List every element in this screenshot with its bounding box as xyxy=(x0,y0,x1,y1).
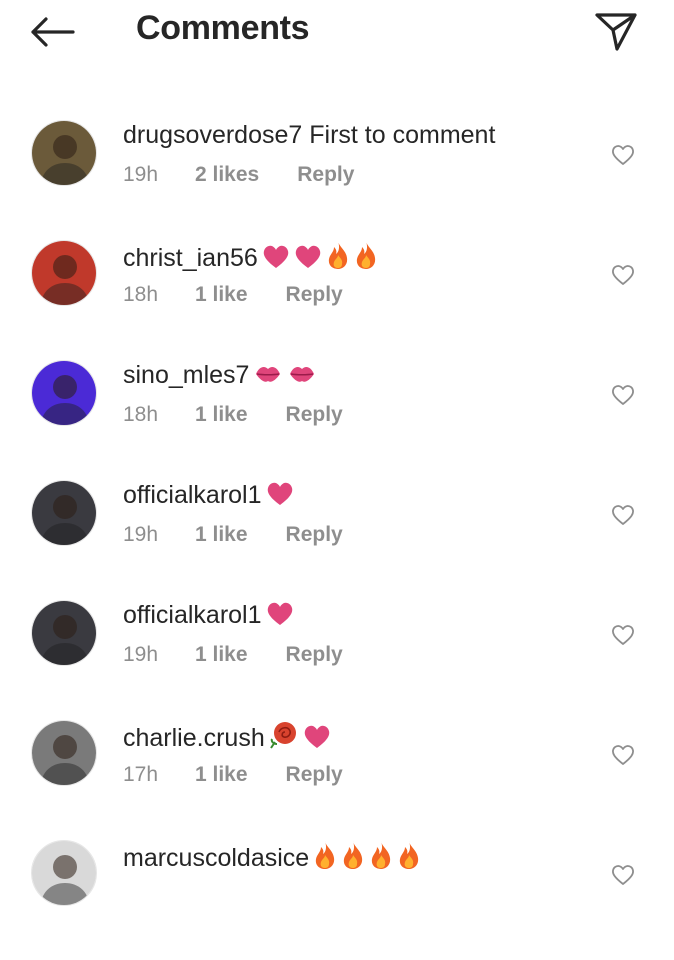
heart-emoji-icon xyxy=(262,244,290,277)
heart-emoji-icon xyxy=(266,481,294,514)
comment-line: drugsoverdose7 First to comment xyxy=(123,120,495,150)
comment-row: officialkarol1 19h 1 like Reply xyxy=(0,480,674,600)
comment-username[interactable]: officialkarol1 xyxy=(123,481,262,509)
like-comment-button[interactable] xyxy=(608,500,638,530)
like-comment-button[interactable] xyxy=(608,260,638,290)
like-comment-button[interactable] xyxy=(608,620,638,650)
comment-line: officialkarol1 xyxy=(123,480,294,514)
comment-row: drugsoverdose7 First to comment 19h 2 like… xyxy=(0,120,674,240)
heart-outline-icon xyxy=(612,385,634,405)
comment-row: christ_ian56 18h 1 like Reply xyxy=(0,240,674,360)
kiss-emoji-icon xyxy=(253,361,283,394)
header: Comments xyxy=(0,0,674,70)
kiss-emoji-icon xyxy=(287,361,317,394)
avatar[interactable] xyxy=(31,120,97,186)
comment-text: First to comment xyxy=(309,121,496,149)
comment-meta: 19h 1 like Reply xyxy=(123,522,343,548)
like-comment-button[interactable] xyxy=(608,140,638,170)
heart-outline-icon xyxy=(612,745,634,765)
fire-emoji-icon xyxy=(341,840,365,877)
reply-button[interactable]: Reply xyxy=(286,522,343,548)
comment-timestamp: 19h xyxy=(123,163,159,186)
heart-emoji-icon xyxy=(294,244,322,277)
heart-outline-icon xyxy=(612,145,634,165)
comment-username[interactable]: marcuscoldasice xyxy=(123,844,309,872)
comment-likes-count[interactable]: 1 like xyxy=(195,522,248,548)
comment-likes-count[interactable]: 1 like xyxy=(195,762,248,788)
fire-emoji-icon xyxy=(369,840,393,877)
share-button[interactable] xyxy=(588,6,644,58)
comment-row: officialkarol1 19h 1 like Reply xyxy=(0,600,674,720)
comment-username[interactable]: christ_ian56 xyxy=(123,244,258,272)
comment-row: marcuscoldasice xyxy=(0,840,674,960)
reply-button[interactable]: Reply xyxy=(286,762,343,788)
comment-likes-count[interactable]: 1 like xyxy=(195,642,248,668)
comment-username[interactable]: sino_mles7 xyxy=(123,361,249,389)
comment-meta: 19h 2 likes Reply xyxy=(123,162,354,188)
reply-button[interactable]: Reply xyxy=(297,162,354,188)
comment-likes-count[interactable]: 1 like xyxy=(195,282,248,308)
avatar[interactable] xyxy=(31,360,97,426)
comment-meta: 18h 1 like Reply xyxy=(123,282,343,308)
avatar[interactable] xyxy=(31,720,97,786)
comment-line: officialkarol1 xyxy=(123,600,294,634)
heart-outline-icon xyxy=(612,865,634,885)
comment-line: marcuscoldasice xyxy=(123,840,421,877)
comment-timestamp: 19h xyxy=(123,523,159,546)
page-title: Comments xyxy=(136,9,310,47)
comment-line: sino_mles7 xyxy=(123,360,317,394)
comment-line: charlie.crush xyxy=(123,720,331,757)
rose-emoji-icon xyxy=(269,720,299,757)
arrow-left-icon xyxy=(31,17,75,47)
fire-emoji-icon xyxy=(313,840,337,877)
comment-username[interactable]: drugsoverdose7 xyxy=(123,121,302,149)
heart-emoji-icon xyxy=(266,601,294,634)
comment-timestamp: 18h xyxy=(123,283,159,306)
comment-likes-count[interactable]: 2 likes xyxy=(195,162,259,188)
avatar[interactable] xyxy=(31,600,97,666)
comment-likes-count[interactable]: 1 like xyxy=(195,402,248,428)
reply-button[interactable]: Reply xyxy=(286,282,343,308)
comment-username[interactable]: charlie.crush xyxy=(123,724,265,752)
like-comment-button[interactable] xyxy=(608,740,638,770)
comment-meta: 19h 1 like Reply xyxy=(123,642,343,668)
reply-button[interactable]: Reply xyxy=(286,642,343,668)
comment-username[interactable]: officialkarol1 xyxy=(123,601,262,629)
comment-timestamp: 18h xyxy=(123,403,159,426)
like-comment-button[interactable] xyxy=(608,860,638,890)
comment-timestamp: 17h xyxy=(123,763,159,786)
reply-button[interactable]: Reply xyxy=(286,402,343,428)
fire-emoji-icon xyxy=(326,240,350,277)
heart-outline-icon xyxy=(612,505,634,525)
comment-timestamp: 19h xyxy=(123,643,159,666)
paper-plane-icon xyxy=(595,13,637,51)
fire-emoji-icon xyxy=(354,240,378,277)
fire-emoji-icon xyxy=(397,840,421,877)
heart-outline-icon xyxy=(612,625,634,645)
comment-meta: 18h 1 like Reply xyxy=(123,402,343,428)
comment-line: christ_ian56 xyxy=(123,240,378,277)
comment-row: charlie.crush 17h 1 like Reply xyxy=(0,720,674,840)
avatar[interactable] xyxy=(31,480,97,546)
comment-row: sino_mles7 18h 1 like Reply xyxy=(0,360,674,480)
back-button[interactable] xyxy=(24,10,80,54)
comment-meta: 17h 1 like Reply xyxy=(123,762,343,788)
avatar[interactable] xyxy=(31,240,97,306)
like-comment-button[interactable] xyxy=(608,380,638,410)
avatar[interactable] xyxy=(31,840,97,906)
heart-outline-icon xyxy=(612,265,634,285)
heart-emoji-icon xyxy=(303,724,331,757)
